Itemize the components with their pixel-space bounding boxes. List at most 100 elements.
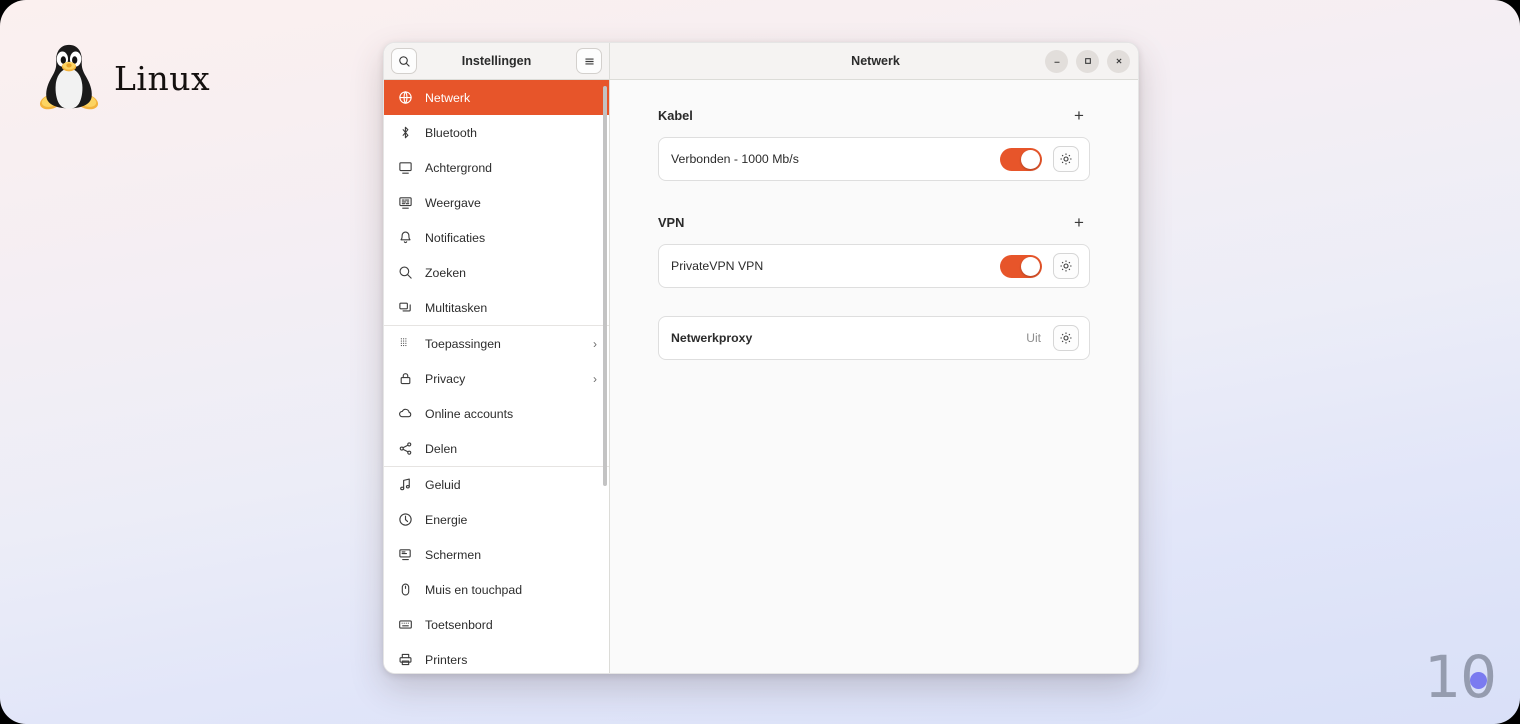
sidebar-scrollbar[interactable] xyxy=(603,86,607,486)
sidebar-item-toetsenbord[interactable]: Toetsenbord xyxy=(384,607,609,642)
sidebar-item-label: Notificaties xyxy=(425,230,486,245)
printer-icon xyxy=(397,652,413,668)
globe-icon xyxy=(398,91,412,104)
sidebar-item-label: Toepassingen xyxy=(425,336,501,351)
sidebar-item-label: Netwerk xyxy=(425,90,471,105)
gear-icon xyxy=(1060,153,1072,165)
desktop-wallpaper: Linux 10 Instellingen Netwerk Bluetooth … xyxy=(0,0,1520,724)
music-note-icon xyxy=(397,477,413,493)
sidebar-scroll-area: Netwerk Bluetooth Achtergrond Weergave Notif… xyxy=(384,80,609,673)
lock-icon xyxy=(400,373,410,385)
chevron-right-icon: › xyxy=(593,371,597,386)
network-proxy-settings-button[interactable] xyxy=(1053,325,1079,351)
sidebar-item-label: Multitasken xyxy=(425,300,488,315)
sidebar-item-online-accounts[interactable]: Online accounts xyxy=(384,396,609,431)
main-menu-button[interactable] xyxy=(576,48,602,74)
minimize-button[interactable] xyxy=(1045,49,1068,73)
sidebar-item-notificaties[interactable]: Notificaties xyxy=(384,220,609,255)
mouse-icon xyxy=(401,583,409,596)
search-icon xyxy=(399,266,412,279)
sidebar-item-label: Geluid xyxy=(425,477,461,492)
window-controls xyxy=(1045,49,1130,73)
search-icon xyxy=(397,265,413,281)
sidebar-item-label: Energie xyxy=(425,512,468,527)
sidebar-item-delen[interactable]: Delen xyxy=(384,431,609,466)
section-title: VPN xyxy=(658,214,685,230)
connection-settings-button[interactable] xyxy=(1053,253,1079,279)
connection-toggle[interactable] xyxy=(1000,254,1042,278)
windows-icon xyxy=(398,302,411,312)
add-connection-button[interactable]: + xyxy=(1068,211,1090,233)
close-icon xyxy=(1115,58,1122,64)
connection-row: PrivateVPN VPN xyxy=(658,244,1090,288)
sidebar-item-weergave[interactable]: Weergave xyxy=(384,185,609,220)
sidebar-item-label: Achtergrond xyxy=(425,160,492,175)
keyboard-icon xyxy=(397,617,413,633)
sidebar-item-privacy[interactable]: Privacy › xyxy=(384,361,609,396)
sidebar-item-label: Privacy xyxy=(425,371,466,386)
sidebar-item-muis-en-touchpad[interactable]: Muis en touchpad xyxy=(384,572,609,607)
section-title: Kabel xyxy=(658,107,693,123)
mouse-icon xyxy=(397,582,413,598)
network-proxy-label: Netwerkproxy xyxy=(671,331,753,345)
bluetooth-icon xyxy=(397,125,413,141)
bell-icon xyxy=(397,230,413,246)
sidebar-item-label: Bluetooth xyxy=(425,125,477,140)
sidebar-item-achtergrond[interactable]: Achtergrond xyxy=(384,150,609,185)
bell-icon xyxy=(399,231,411,244)
cloud-icon xyxy=(397,406,413,422)
sidebar-item-geluid[interactable]: Geluid xyxy=(384,467,609,502)
maximize-button[interactable] xyxy=(1076,49,1099,73)
sidebar-item-label: Delen xyxy=(425,441,458,456)
sidebar-item-zoeken[interactable]: Zoeken xyxy=(384,255,609,290)
grid-dots-icon xyxy=(397,336,413,352)
connection-settings-button[interactable] xyxy=(1053,146,1079,172)
section-header: VPN + xyxy=(658,209,1090,235)
sidebar-item-label: Weergave xyxy=(425,195,481,210)
plus-icon: + xyxy=(1074,212,1084,232)
sidebar-item-bluetooth[interactable]: Bluetooth xyxy=(384,115,609,150)
toggle-knob xyxy=(1021,256,1040,276)
sidebar-item-label: Toetsenbord xyxy=(425,617,493,632)
window-titlebar: Netwerk xyxy=(610,43,1138,80)
sidebar-item-energie[interactable]: Energie xyxy=(384,502,609,537)
sidebar: Instellingen Netwerk Bluetooth Achtergrond… xyxy=(384,43,610,673)
chevron-right-icon: › xyxy=(593,336,597,351)
sidebar-item-printers[interactable]: Printers xyxy=(384,642,609,673)
display-icon xyxy=(397,195,413,211)
search-button[interactable] xyxy=(391,48,417,74)
sidebar-item-toepassingen[interactable]: Toepassingen › xyxy=(384,326,609,361)
close-button[interactable] xyxy=(1107,49,1130,73)
window-title: Netwerk xyxy=(851,54,900,68)
sidebar-item-label: Zoeken xyxy=(425,265,467,280)
connection-label: PrivateVPN VPN xyxy=(671,259,764,273)
toggle-knob xyxy=(1021,149,1040,169)
network-proxy-row: Netwerkproxy Uit xyxy=(658,316,1090,360)
sidebar-item-label: Printers xyxy=(425,652,468,667)
sidebar-item-multitasken[interactable]: Multitasken xyxy=(384,290,609,325)
share-icon xyxy=(397,441,413,457)
wallpaper-icon xyxy=(397,160,413,176)
power-icon xyxy=(397,512,413,528)
music-note-icon xyxy=(399,478,410,491)
main-panel: Netwerk Kabel + Verbonden - 1000 Mb/s VP… xyxy=(610,43,1138,673)
connection-toggle[interactable] xyxy=(1000,147,1042,171)
add-connection-button[interactable]: + xyxy=(1068,104,1090,126)
windows-icon xyxy=(397,300,413,316)
sidebar-item-netwerk[interactable]: Netwerk xyxy=(384,80,609,115)
brand-label: Linux xyxy=(114,58,211,98)
monitor-icon xyxy=(397,547,413,563)
maximize-icon xyxy=(1084,58,1091,64)
watermark-logo: 10 xyxy=(1424,648,1497,706)
power-icon xyxy=(398,513,412,526)
printer-icon xyxy=(399,653,412,666)
connection-label: Verbonden - 1000 Mb/s xyxy=(671,152,799,166)
bluetooth-icon xyxy=(402,126,408,139)
sidebar-title: Instellingen xyxy=(461,54,532,68)
sidebar-item-schermen[interactable]: Schermen xyxy=(384,537,609,572)
screen: Linux 10 Instellingen Netwerk Bluetooth … xyxy=(0,0,1520,724)
lock-icon xyxy=(397,371,413,387)
settings-content: Kabel + Verbonden - 1000 Mb/s VPN + PrivateV… xyxy=(610,80,1138,673)
monitor-icon xyxy=(398,549,411,561)
globe-icon xyxy=(397,90,413,106)
